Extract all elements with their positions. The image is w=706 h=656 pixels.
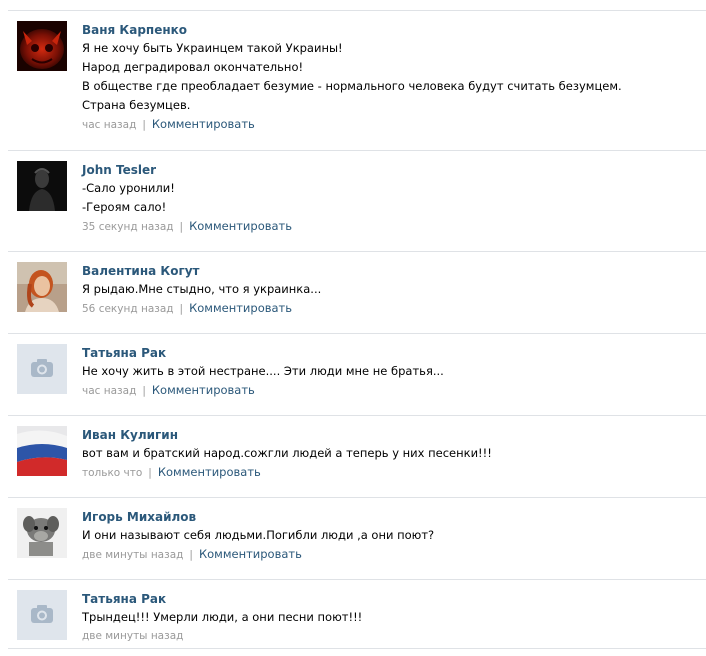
comment-item: Татьяна Рак Трындец!!! Умерли люди, а он… bbox=[8, 579, 706, 656]
comment-text-line: В обществе где преобладает безумие - нор… bbox=[82, 79, 622, 93]
reply-link[interactable]: Комментировать bbox=[189, 219, 292, 233]
comment-text-line: -Героям сало! bbox=[82, 200, 167, 214]
comment-author[interactable]: Валентина Когут bbox=[82, 262, 696, 280]
comment-meta: только что | Комментировать bbox=[82, 463, 696, 483]
meta-separator: | bbox=[189, 549, 193, 561]
dark-figure-avatar bbox=[17, 161, 67, 211]
red-devil-avatar bbox=[17, 21, 67, 71]
comment-text-line: -Сало уронили! bbox=[82, 181, 175, 195]
comment-item: Татьяна Рак Не хочу жить в этой нестране… bbox=[8, 333, 706, 415]
avatar[interactable] bbox=[17, 21, 67, 71]
comment-text-line: Не хочу жить в этой нестране.... Эти люд… bbox=[82, 364, 444, 378]
camera-placeholder-icon bbox=[17, 590, 67, 640]
comment-text-line: вот вам и братский народ.сожгли людей а … bbox=[82, 446, 492, 460]
meta-separator: | bbox=[142, 385, 146, 397]
comment-time[interactable]: 35 секунд назад bbox=[82, 221, 174, 233]
comment-author[interactable]: Татьяна Рак bbox=[82, 344, 696, 362]
comment-time[interactable]: час назад bbox=[82, 119, 136, 131]
comment-meta: 56 секунд назад | Комментировать bbox=[82, 299, 696, 319]
russian-flag-avatar bbox=[17, 426, 67, 476]
reply-link[interactable]: Комментировать bbox=[152, 117, 255, 131]
comment-meta: две минуты назад | Комментировать bbox=[82, 545, 696, 565]
woman-photo-avatar bbox=[17, 262, 67, 312]
avatar[interactable] bbox=[17, 590, 67, 640]
comment-meta: час назад | Комментировать bbox=[82, 381, 696, 401]
meta-separator: | bbox=[179, 221, 184, 233]
meta-separator: | bbox=[179, 303, 184, 315]
comment-item: Ваня Карпенко Я не хочу быть Украинцем т… bbox=[8, 10, 706, 150]
reply-link[interactable]: Комментировать bbox=[158, 465, 261, 479]
comment-time[interactable]: две минуты назад bbox=[82, 630, 183, 642]
avatar[interactable] bbox=[17, 344, 67, 394]
comment-time[interactable]: час назад bbox=[82, 385, 136, 397]
comment-meta: две минуты назад bbox=[82, 627, 696, 646]
comment-time[interactable]: только что bbox=[82, 467, 142, 479]
comment-author[interactable]: Ваня Карпенко bbox=[82, 21, 696, 39]
comment-author[interactable]: Татьяна Рак bbox=[82, 590, 696, 608]
comment-author[interactable]: John Tesler bbox=[82, 161, 696, 179]
avatar[interactable] bbox=[17, 262, 67, 312]
divider bbox=[8, 648, 706, 649]
comment-text-line: Народ деградировал окончательно! bbox=[82, 60, 304, 74]
avatar[interactable] bbox=[17, 161, 67, 211]
avatar[interactable] bbox=[17, 508, 67, 558]
comment-item: Иван Кулигин вот вам и братский народ.со… bbox=[8, 415, 706, 497]
meta-separator: | bbox=[148, 467, 152, 479]
comment-text-line: Страна безумцев. bbox=[82, 98, 191, 112]
comment-item: Игорь Михайлов И они называют себя людьм… bbox=[8, 497, 706, 579]
comment-time[interactable]: 56 секунд назад bbox=[82, 303, 174, 315]
comment-item: Валентина Когут Я рыдаю.Мне стыдно, что … bbox=[8, 251, 706, 333]
comment-text-line: Я рыдаю.Мне стыдно, что я украинка... bbox=[82, 282, 322, 296]
comment-meta: 35 секунд назад | Комментировать bbox=[82, 217, 696, 237]
comment-author[interactable]: Иван Кулигин bbox=[82, 426, 696, 444]
comment-text-line: И они называют себя людьми.Погибли люди … bbox=[82, 528, 435, 542]
reply-link[interactable]: Комментировать bbox=[152, 383, 255, 397]
reply-link[interactable]: Комментировать bbox=[199, 547, 302, 561]
avatar[interactable] bbox=[17, 426, 67, 476]
camera-placeholder-icon bbox=[17, 344, 67, 394]
animal-photo-avatar bbox=[17, 508, 67, 558]
meta-separator: | bbox=[142, 119, 146, 131]
comment-time[interactable]: две минуты назад bbox=[82, 549, 183, 561]
comment-text-line: Я не хочу быть Украинцем такой Украины! bbox=[82, 41, 343, 55]
reply-link[interactable]: Комментировать bbox=[189, 301, 292, 315]
comment-item: John Tesler -Сало уронили! -Героям сало!… bbox=[8, 150, 706, 251]
comment-meta: час назад | Комментировать bbox=[82, 115, 696, 135]
comment-author[interactable]: Игорь Михайлов bbox=[82, 508, 696, 526]
comments-feed: Ваня Карпенко Я не хочу быть Украинцем т… bbox=[8, 10, 706, 656]
comment-text-line: Трындец!!! Умерли люди, а они песни поют… bbox=[82, 610, 363, 624]
